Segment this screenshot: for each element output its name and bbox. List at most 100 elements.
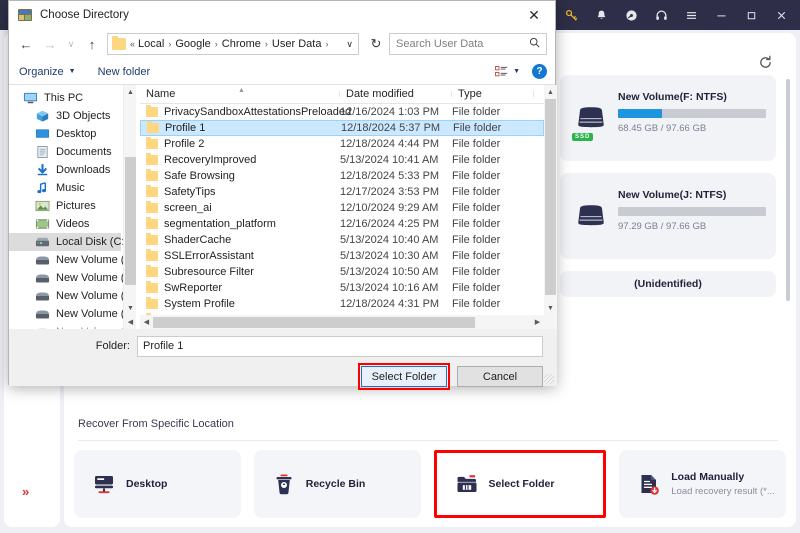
breadcrumb-separator[interactable]: › (323, 39, 330, 49)
tree-scroll-down-icon[interactable]: ▼ (124, 301, 136, 315)
breadcrumb-item-local[interactable]: Local (136, 38, 166, 50)
tree-item-3d-objects[interactable]: 3D Objects (9, 107, 121, 125)
tree-item-new-volume-d[interactable]: New Volume (D (9, 251, 132, 269)
new-folder-button[interactable]: New folder (98, 66, 151, 78)
folder-label: Folder: (95, 340, 130, 352)
drive-card-unidentified[interactable]: (Unidentified) (560, 271, 776, 297)
tree-item-downloads[interactable]: Downloads (9, 161, 121, 179)
table-row[interactable]: PrivacySandboxAttestationsPreloaded 12/16… (140, 104, 544, 120)
back-button[interactable]: ← (15, 33, 37, 55)
minimize-icon[interactable] (706, 0, 736, 30)
chevron-down-icon[interactable]: ∨ (346, 39, 353, 50)
breadcrumb-separator[interactable]: › (263, 39, 270, 49)
file-type: File folder (452, 266, 501, 278)
location-card-recycle-bin[interactable]: Recycle Bin (253, 450, 421, 518)
close-icon[interactable] (766, 0, 796, 30)
location-card-label: Desktop (126, 478, 168, 490)
tree-item-new-volume-f[interactable]: New Volume (F (9, 287, 131, 305)
organize-menu[interactable]: Organize ▼ (19, 66, 76, 78)
bell-icon[interactable] (586, 0, 616, 30)
dialog-button-row: Select Folder Cancel (358, 363, 543, 390)
key-icon[interactable] (556, 0, 586, 30)
list-scroll-up-icon[interactable]: ▲ (544, 85, 557, 99)
tree-scrollbar[interactable]: ▲ ▼ ◀ (123, 85, 136, 329)
table-row[interactable]: Profile 1 12/18/2024 5:37 PM File folder (140, 120, 544, 136)
table-row[interactable]: SSLErrorAssistant 5/13/2024 10:30 AM File … (140, 248, 544, 264)
refresh-icon[interactable] (754, 51, 776, 73)
file-date: 12/17/2024 3:53 PM (340, 186, 440, 198)
dialog-close-icon[interactable]: ✕ (513, 1, 555, 29)
table-row[interactable]: segmentation_platform 12/16/2024 4:25 PM F… (140, 216, 544, 232)
list-scroll-thumb[interactable] (545, 99, 556, 295)
column-header-name[interactable]: Name ▲ (140, 87, 340, 100)
up-button[interactable]: ↑ (81, 33, 103, 55)
table-row[interactable]: SafetyTips 12/17/2024 3:53 PM File folder (140, 184, 544, 200)
drive-card-f[interactable]: SSD New Volume(F: NTFS) 68.45 GB / 97.66… (560, 75, 776, 161)
menu-icon[interactable] (676, 0, 706, 30)
file-list-hscrollbar[interactable]: ◀ ▶ (140, 315, 544, 329)
list-scroll-down-icon[interactable]: ▼ (544, 301, 557, 315)
breadcrumb-separator[interactable]: › (213, 39, 220, 49)
tree-scroll-thumb[interactable] (125, 157, 136, 285)
tree-scroll-up-icon[interactable]: ▲ (124, 85, 136, 99)
tree-item-desktop[interactable]: Desktop (9, 125, 121, 143)
breadcrumb[interactable]: « Local › Google › Chrome › User Data › … (107, 33, 359, 55)
column-header-type[interactable]: Type (452, 88, 534, 100)
breadcrumb-separator[interactable]: › (166, 39, 173, 49)
drive-card-j[interactable]: New Volume(J: NTFS) 97.29 GB / 97.66 GB (560, 173, 776, 259)
table-row[interactable]: System Profile 12/18/2024 4:31 PM File fol… (140, 296, 544, 312)
breadcrumb-item-google[interactable]: Google (173, 38, 212, 50)
folder-icon (146, 169, 158, 181)
hscroll-right-icon[interactable]: ▶ (531, 318, 544, 326)
sidebar-expand-icon[interactable]: » (22, 484, 29, 499)
location-card-load-manually[interactable]: Load Manually Load recovery result (*... (619, 450, 786, 518)
breadcrumb-overflow[interactable]: « (129, 39, 136, 49)
hscroll-left-icon[interactable]: ◀ (140, 318, 153, 326)
breadcrumb-item-chrome[interactable]: Chrome (220, 38, 263, 50)
location-card-desktop[interactable]: Desktop (74, 450, 241, 518)
help-icon[interactable]: ? (532, 64, 547, 79)
drives-scrollbar[interactable] (786, 79, 790, 301)
search-input[interactable]: Search User Data (389, 33, 547, 55)
pictures-icon (35, 199, 50, 213)
hscroll-thumb[interactable] (153, 316, 475, 328)
forward-button[interactable]: → (39, 33, 61, 55)
table-row[interactable]: RecoveryImproved 5/13/2024 10:41 AM File f… (140, 152, 544, 168)
cancel-button[interactable]: Cancel (457, 366, 543, 387)
view-list-icon[interactable]: ▼ (495, 65, 520, 78)
select-folder-button[interactable]: Select Folder (361, 366, 447, 387)
recent-locations-button[interactable]: ∨ (63, 33, 79, 55)
table-row[interactable]: SwReporter 5/13/2024 10:16 AM File folder (140, 280, 544, 296)
disc-icon[interactable] (616, 0, 646, 30)
tree-item-local-disk-c[interactable]: Local Disk (C:) (9, 233, 128, 251)
tree-item-new-volume-e[interactable]: New Volume (E (9, 269, 132, 287)
tree-item-pictures[interactable]: Pictures (9, 197, 121, 215)
table-row[interactable]: ShaderCache 5/13/2024 10:40 AM File folder (140, 232, 544, 248)
recycle-bin-icon (272, 472, 296, 496)
table-row[interactable]: screen_ai 12/10/2024 9:29 AM File folder (140, 200, 544, 216)
tree-item-documents[interactable]: Documents (9, 143, 121, 161)
folder-icon (146, 137, 158, 149)
tree-scroll-left-icon[interactable]: ◀ (124, 315, 136, 329)
drive-size: 68.45 GB / 97.66 GB (618, 123, 707, 134)
tree-item-new-volume-g[interactable]: New Volume (G (9, 305, 133, 323)
folder-input[interactable]: Profile 1 (137, 335, 543, 357)
table-row[interactable]: Profile 2 12/18/2024 4:44 PM File folder (140, 136, 544, 152)
location-card-grid: Desktop Recycle Bin Select Folder Load M… (74, 450, 786, 518)
refresh-button[interactable]: ↻ (365, 33, 387, 55)
tree-item-videos[interactable]: Videos (9, 215, 121, 233)
headphones-icon[interactable] (646, 0, 676, 30)
column-header-date[interactable]: Date modified (340, 88, 452, 100)
table-row[interactable]: Subresource Filter 5/13/2024 10:50 AM File… (140, 264, 544, 280)
table-row[interactable]: Safe Browsing 12/18/2024 5:33 PM File fold… (140, 168, 544, 184)
file-name: Subresource Filter (164, 266, 254, 278)
location-card-select-folder[interactable]: Select Folder (433, 450, 607, 518)
tree-item-label: New Volume (G (56, 308, 134, 320)
maximize-icon[interactable] (736, 0, 766, 30)
tree-item-music[interactable]: Music (9, 179, 121, 197)
resize-grip[interactable] (544, 374, 554, 384)
breadcrumb-item-user-data[interactable]: User Data (270, 38, 324, 50)
file-list-vscrollbar[interactable]: ▲ ▼ (544, 85, 557, 329)
tree-item-this-pc[interactable]: This PC (9, 89, 121, 107)
file-type: File folder (452, 170, 501, 182)
